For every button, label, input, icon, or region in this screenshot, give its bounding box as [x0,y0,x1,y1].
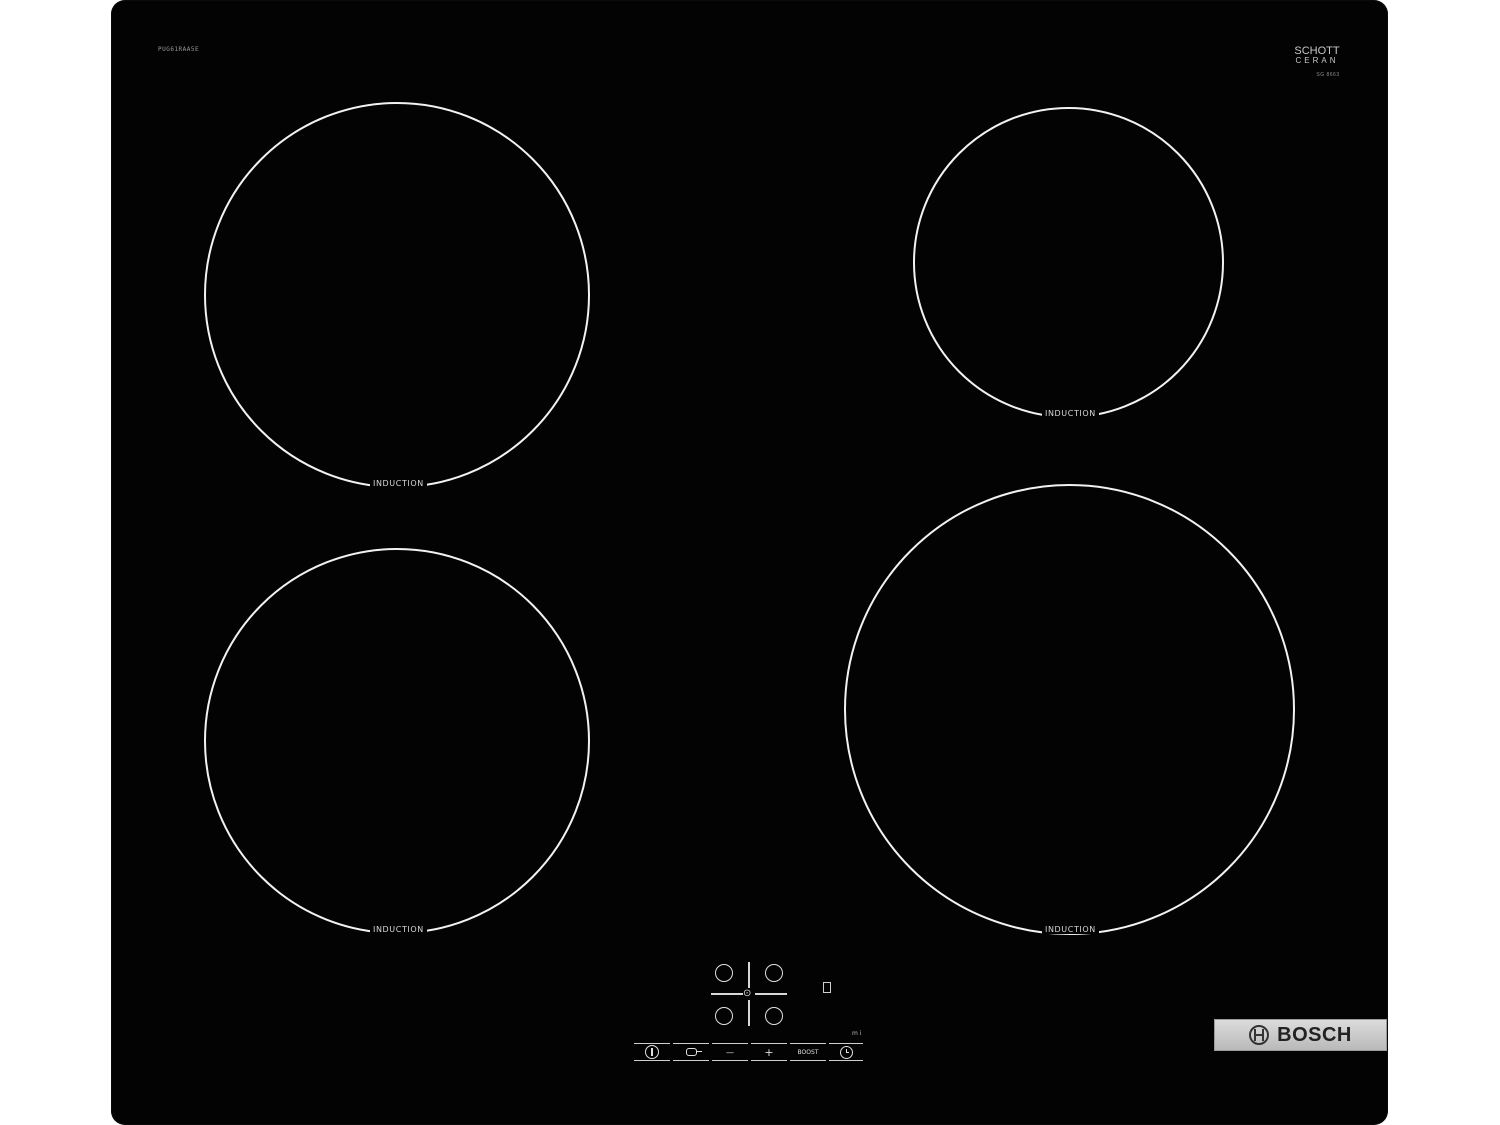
zone-label-front-left-bottom: INDUCTION [370,925,427,934]
plus-button[interactable]: + [751,1043,787,1061]
power-button[interactable] [634,1043,670,1061]
zone-select-front-right-button[interactable] [765,1007,783,1025]
bosch-logo-icon [1249,1025,1270,1045]
boost-label: BOOST [797,1048,819,1056]
timer-button[interactable] [829,1043,863,1061]
boost-button[interactable]: BOOST [790,1043,826,1061]
brand-name: BOSCH [1277,1023,1352,1046]
power-icon [645,1045,659,1059]
zone-select-front-left-button[interactable] [715,1007,733,1025]
cooking-zone-front-right[interactable] [844,484,1295,935]
cooking-zone-rear-right[interactable] [913,107,1224,418]
clock-icon [839,1045,853,1059]
plus-icon: + [764,1045,774,1059]
selector-divider-vertical-bottom [748,1000,750,1026]
child-lock-button[interactable] [673,1043,709,1061]
selector-divider-horizontal-left [711,993,743,995]
glass-brand-line1: SCHOTT [1294,45,1340,57]
zone-indicator-icon: ⊙ [743,988,752,999]
glass-brand-logo: SCHOTT CERAN SG 8663 [1282,46,1352,80]
zone-label-front-left-top: INDUCTION [370,479,427,488]
zone-label-front-right: INDUCTION [1042,925,1099,934]
selector-divider-horizontal-right [755,993,787,995]
minus-icon: — [726,1047,734,1057]
bosch-brand-badge: BOSCH [1214,1019,1387,1051]
zone-select-rear-right-button[interactable] [765,964,783,982]
child-lock-icon [685,1048,702,1056]
model-code-text: PUG61RAA5E [158,46,200,53]
minus-button[interactable]: — [712,1043,748,1061]
selector-divider-vertical-top [748,962,750,988]
cooking-zone-front-left-bottom[interactable] [204,548,590,934]
zone-label-rear-right: INDUCTION [1042,409,1099,418]
residual-heat-indicator [823,982,831,993]
glass-brand-line2: CERAN [1295,56,1339,65]
glass-brand-line3: SG 8663 [1316,72,1340,78]
zone-select-rear-left-button[interactable] [715,964,733,982]
small-indicator-text: m i [852,1030,862,1037]
cooking-zone-front-left-top[interactable] [204,102,590,488]
